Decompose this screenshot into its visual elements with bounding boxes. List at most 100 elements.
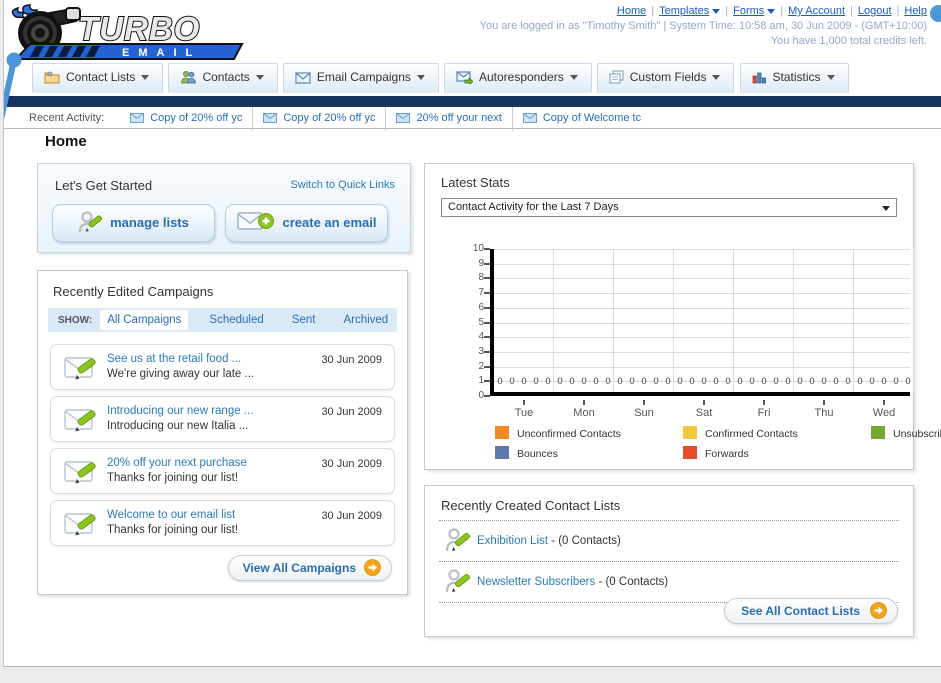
- tab-label: Contact Lists: [66, 70, 136, 84]
- page-title: Home: [45, 133, 87, 150]
- campaign-date: 30 Jun 2009: [321, 406, 382, 418]
- legend-swatch: [683, 426, 697, 439]
- nav-forms-link[interactable]: Forms: [733, 5, 764, 17]
- tab-statistics[interactable]: Statistics: [739, 63, 849, 93]
- tab-label: Autoresponders: [478, 70, 564, 84]
- chevron-down-icon: [712, 75, 721, 80]
- recent-activity-item[interactable]: Copy of 20% off yc: [120, 107, 254, 131]
- view-all-campaigns-button[interactable]: View All Campaigns: [227, 555, 392, 584]
- recent-activity-item[interactable]: Copy of Welcome tc: [513, 107, 651, 131]
- x-axis-day-label: Mon: [573, 407, 595, 419]
- chart-value-label: 0: [593, 376, 599, 387]
- tab-custom-fields[interactable]: Custom Fields: [596, 63, 735, 93]
- campaign-subtitle: Introducing our new Italia ...: [107, 420, 249, 432]
- view-all-campaigns-label: View All Campaigns: [242, 561, 356, 575]
- navy-divider-bar: [4, 96, 941, 107]
- tab-contact-lists[interactable]: Contact Lists: [32, 63, 164, 93]
- legend-label: Bounces: [517, 448, 558, 460]
- campaign-row[interactable]: See us at the retail food ... We're givi…: [50, 344, 395, 390]
- contact-list-text: Newsletter Subscribers - (0 Contacts): [477, 576, 668, 588]
- chart-value-label: 0: [509, 376, 515, 387]
- campaign-row[interactable]: 20% off your next purchase Thanks for jo…: [50, 448, 395, 494]
- chart-value-label: 0: [605, 376, 611, 387]
- chevron-down-icon: [416, 75, 425, 80]
- stats-dropdown[interactable]: Contact Activity for the Last 7 Days: [441, 198, 897, 217]
- help-bubble-icon[interactable]: [930, 5, 941, 22]
- recent-activity-link[interactable]: Copy of 20% off yc: [150, 112, 242, 124]
- filter-sent[interactable]: Sent: [285, 310, 323, 330]
- nav-separator: |: [896, 5, 900, 17]
- recent-activity-link[interactable]: Copy of Welcome tc: [543, 112, 641, 124]
- documents-icon: [609, 70, 624, 87]
- chart-value-label: 0: [569, 376, 575, 387]
- contact-list-name-link[interactable]: Exhibition List: [477, 535, 548, 547]
- tab-autoresponders[interactable]: Autoresponders: [443, 63, 592, 93]
- get-started-title: Let's Get Started: [55, 178, 153, 193]
- show-label: SHOW:: [58, 315, 93, 326]
- nav-templates-link[interactable]: Templates: [659, 5, 709, 17]
- arrow-right-icon: [870, 602, 887, 627]
- y-axis-tick-label: 4: [478, 331, 484, 343]
- recent-activity-link[interactable]: Copy of 20% off yc: [283, 112, 375, 124]
- legend-item: Bounces: [495, 446, 683, 461]
- legend-swatch: [683, 446, 697, 459]
- chart-legend: Unconfirmed Contacts Confirmed Contacts Un…: [495, 426, 941, 461]
- nav-logout-link[interactable]: Logout: [858, 5, 892, 17]
- legend-item: Confirmed Contacts: [683, 426, 871, 441]
- campaign-title-link[interactable]: 20% off your next purchase: [107, 457, 247, 469]
- chart-value-label: 0: [665, 376, 671, 387]
- chart-value-label: 0: [857, 376, 863, 387]
- campaign-title-link[interactable]: Introducing our new range ...: [107, 405, 253, 417]
- tab-email-campaigns[interactable]: Email Campaigns: [282, 63, 439, 93]
- create-email-label: create an email: [282, 215, 377, 230]
- chart-value-label: 0: [881, 376, 887, 387]
- chart-value-label: 0: [761, 376, 767, 387]
- x-axis-day-label: Sun: [634, 407, 654, 419]
- y-axis-tick-label: 10: [472, 243, 484, 254]
- contact-list-name-link[interactable]: Newsletter Subscribers: [477, 576, 595, 588]
- envelope-pencil-icon: [64, 355, 98, 384]
- y-axis-tick-label: 7: [478, 287, 484, 299]
- see-all-contact-lists-label: See All Contact Lists: [741, 604, 860, 618]
- chart-value-label: 0: [833, 376, 839, 387]
- campaign-title-link[interactable]: See us at the retail food ...: [107, 353, 241, 365]
- manage-lists-button[interactable]: manage lists: [52, 204, 215, 242]
- tab-contacts[interactable]: Contacts: [168, 63, 278, 93]
- recent-activity-link[interactable]: 20% off your next: [416, 112, 501, 124]
- logo-graphic: TURBO EMAIL: [11, 4, 244, 60]
- campaign-row[interactable]: Introducing our new range ... Introducin…: [50, 396, 395, 442]
- create-email-button[interactable]: create an email: [225, 204, 388, 242]
- header: TURBO EMAIL Home | Templates | Forms | My Acco…: [4, 0, 941, 62]
- nav-home-link[interactable]: Home: [617, 5, 646, 17]
- recent-activity-item[interactable]: Copy of 20% off yc: [253, 107, 387, 131]
- header-meta: Home | Templates | Forms | My Account | Logout | H…: [480, 4, 927, 49]
- see-all-contact-lists-button[interactable]: See All Contact Lists: [724, 598, 898, 624]
- tab-label: Email Campaigns: [316, 70, 411, 84]
- chevron-down-icon: [767, 8, 776, 14]
- chart-value-label: 0: [557, 376, 563, 387]
- recent-activity-bar: Recent Activity: Copy of 20% off yc Copy o…: [4, 107, 941, 131]
- chart-value-label: 0: [713, 376, 719, 387]
- switch-quick-links[interactable]: Switch to Quick Links: [290, 179, 395, 191]
- chart-value-label: 0: [749, 376, 755, 387]
- nav-help-link[interactable]: Help: [904, 5, 927, 17]
- filter-scheduled[interactable]: Scheduled: [202, 310, 270, 330]
- filter-archived[interactable]: Archived: [336, 310, 395, 330]
- get-started-panel: Let's Get Started Switch to Quick Links …: [37, 163, 411, 253]
- arrow-right-icon: [364, 559, 381, 584]
- campaign-row[interactable]: Welcome to our email list Thanks for joi…: [50, 500, 395, 546]
- legend-item: Unsubscribes: [871, 426, 941, 441]
- nav-my-account-link[interactable]: My Account: [788, 5, 845, 17]
- campaign-title-link[interactable]: Welcome to our email list: [107, 509, 235, 521]
- chart-value-label: 0: [905, 376, 911, 387]
- dotted-divider: [439, 561, 899, 562]
- login-info: You are logged in as "Timothy Smith" | S…: [479, 20, 927, 32]
- chart-value-label: 0: [497, 376, 503, 387]
- chevron-down-icon: [255, 75, 264, 80]
- filter-all-campaigns[interactable]: All Campaigns: [100, 310, 189, 330]
- chart-value-label: 0: [893, 376, 899, 387]
- users-icon: [180, 70, 197, 87]
- recent-activity-item[interactable]: 20% off your next: [386, 107, 513, 131]
- chevron-down-icon: [712, 8, 721, 14]
- latest-stats-panel: Latest Stats Contact Activity for the La…: [424, 163, 941, 470]
